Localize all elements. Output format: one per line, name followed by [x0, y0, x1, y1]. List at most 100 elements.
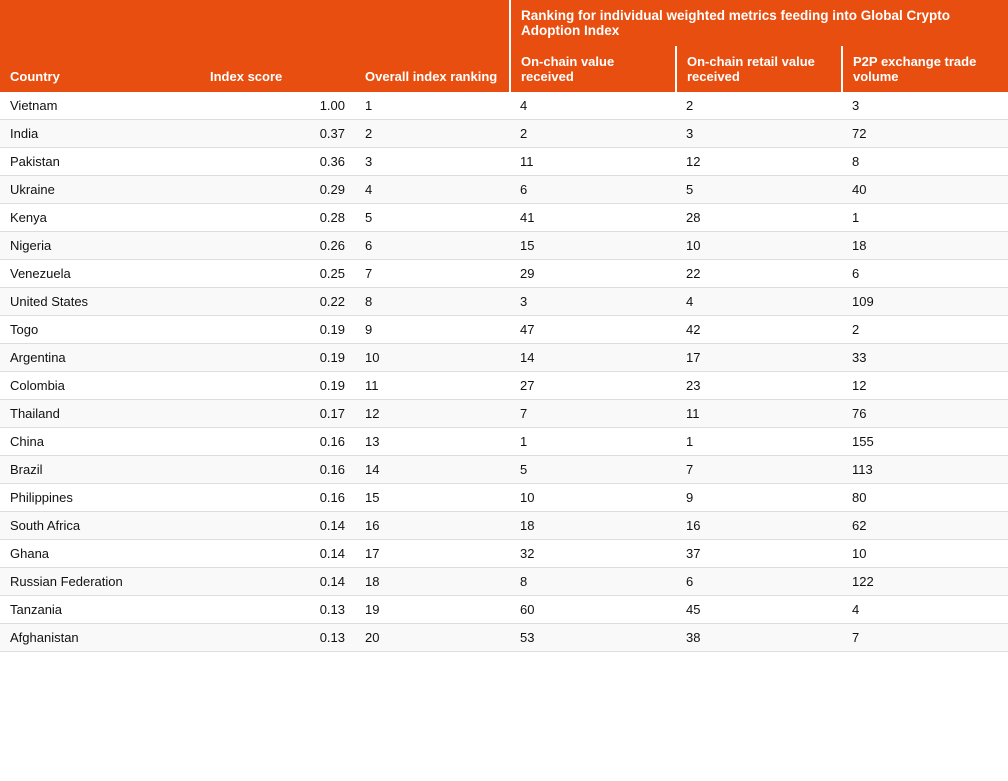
table-row: United States0.22834109 [0, 288, 1008, 316]
header-row-1: Country Index score Overall index rankin… [0, 0, 1008, 46]
col-index-score-header: Index score [200, 0, 355, 92]
cell-ranking: 1 [355, 92, 510, 120]
cell-score: 1.00 [200, 92, 355, 120]
cell-retail: 1 [676, 428, 842, 456]
cell-ranking: 14 [355, 456, 510, 484]
cell-score: 0.29 [200, 176, 355, 204]
cell-retail: 11 [676, 400, 842, 428]
cell-onchain: 7 [510, 400, 676, 428]
cell-onchain: 11 [510, 148, 676, 176]
table-row: Argentina0.1910141733 [0, 344, 1008, 372]
cell-score: 0.25 [200, 260, 355, 288]
cell-country: Togo [0, 316, 200, 344]
cell-country: United States [0, 288, 200, 316]
table-row: South Africa0.1416181662 [0, 512, 1008, 540]
cell-country: Ukraine [0, 176, 200, 204]
cell-onchain: 3 [510, 288, 676, 316]
cell-onchain: 14 [510, 344, 676, 372]
cell-retail: 6 [676, 568, 842, 596]
table-row: Philippines0.161510980 [0, 484, 1008, 512]
cell-score: 0.26 [200, 232, 355, 260]
cell-score: 0.19 [200, 372, 355, 400]
cell-country: Russian Federation [0, 568, 200, 596]
cell-score: 0.19 [200, 316, 355, 344]
cell-score: 0.16 [200, 484, 355, 512]
cell-onchain: 53 [510, 624, 676, 652]
cell-p2p: 10 [842, 540, 1008, 568]
col-retail-header: On-chain retail value received [676, 46, 842, 92]
col-onchain-header: On-chain value received [510, 46, 676, 92]
cell-retail: 17 [676, 344, 842, 372]
cell-ranking: 9 [355, 316, 510, 344]
cell-p2p: 122 [842, 568, 1008, 596]
cell-ranking: 8 [355, 288, 510, 316]
cell-retail: 5 [676, 176, 842, 204]
ranking-subheader: Ranking for individual weighted metrics … [510, 0, 1008, 46]
col-country-header: Country [0, 0, 200, 92]
cell-onchain: 47 [510, 316, 676, 344]
cell-onchain: 27 [510, 372, 676, 400]
cell-onchain: 1 [510, 428, 676, 456]
cell-score: 0.22 [200, 288, 355, 316]
cell-score: 0.14 [200, 512, 355, 540]
cell-score: 0.14 [200, 540, 355, 568]
cell-country: Colombia [0, 372, 200, 400]
cell-ranking: 17 [355, 540, 510, 568]
cell-score: 0.16 [200, 428, 355, 456]
cell-p2p: 113 [842, 456, 1008, 484]
cell-country: Tanzania [0, 596, 200, 624]
table-row: Colombia0.1911272312 [0, 372, 1008, 400]
cell-onchain: 15 [510, 232, 676, 260]
cell-p2p: 33 [842, 344, 1008, 372]
crypto-adoption-table: Country Index score Overall index rankin… [0, 0, 1008, 652]
cell-p2p: 2 [842, 316, 1008, 344]
cell-p2p: 3 [842, 92, 1008, 120]
table-row: India0.3722372 [0, 120, 1008, 148]
table-row: Venezuela0.25729226 [0, 260, 1008, 288]
cell-ranking: 6 [355, 232, 510, 260]
cell-retail: 9 [676, 484, 842, 512]
cell-score: 0.13 [200, 596, 355, 624]
cell-country: Brazil [0, 456, 200, 484]
cell-p2p: 72 [842, 120, 1008, 148]
cell-score: 0.36 [200, 148, 355, 176]
cell-ranking: 5 [355, 204, 510, 232]
cell-country: Philippines [0, 484, 200, 512]
cell-ranking: 7 [355, 260, 510, 288]
cell-retail: 2 [676, 92, 842, 120]
table-row: China0.161311155 [0, 428, 1008, 456]
cell-onchain: 41 [510, 204, 676, 232]
cell-onchain: 32 [510, 540, 676, 568]
cell-score: 0.16 [200, 456, 355, 484]
cell-onchain: 8 [510, 568, 676, 596]
cell-score: 0.17 [200, 400, 355, 428]
table-row: Vietnam1.001423 [0, 92, 1008, 120]
cell-p2p: 76 [842, 400, 1008, 428]
col-p2p-header: P2P exchange trade volume [842, 46, 1008, 92]
cell-retail: 42 [676, 316, 842, 344]
table-row: Afghanistan0.132053387 [0, 624, 1008, 652]
cell-onchain: 29 [510, 260, 676, 288]
cell-onchain: 18 [510, 512, 676, 540]
cell-retail: 3 [676, 120, 842, 148]
col-overall-ranking-header: Overall index ranking [355, 0, 510, 92]
cell-p2p: 6 [842, 260, 1008, 288]
cell-country: China [0, 428, 200, 456]
cell-country: Thailand [0, 400, 200, 428]
cell-retail: 4 [676, 288, 842, 316]
cell-score: 0.37 [200, 120, 355, 148]
cell-p2p: 40 [842, 176, 1008, 204]
cell-score: 0.13 [200, 624, 355, 652]
cell-country: Nigeria [0, 232, 200, 260]
cell-retail: 37 [676, 540, 842, 568]
cell-p2p: 4 [842, 596, 1008, 624]
table-row: Ghana0.1417323710 [0, 540, 1008, 568]
cell-onchain: 6 [510, 176, 676, 204]
cell-country: South Africa [0, 512, 200, 540]
table-row: Thailand0.171271176 [0, 400, 1008, 428]
table-body: Vietnam1.001423India0.3722372Pakistan0.3… [0, 92, 1008, 652]
cell-p2p: 7 [842, 624, 1008, 652]
cell-p2p: 1 [842, 204, 1008, 232]
cell-p2p: 62 [842, 512, 1008, 540]
cell-retail: 16 [676, 512, 842, 540]
